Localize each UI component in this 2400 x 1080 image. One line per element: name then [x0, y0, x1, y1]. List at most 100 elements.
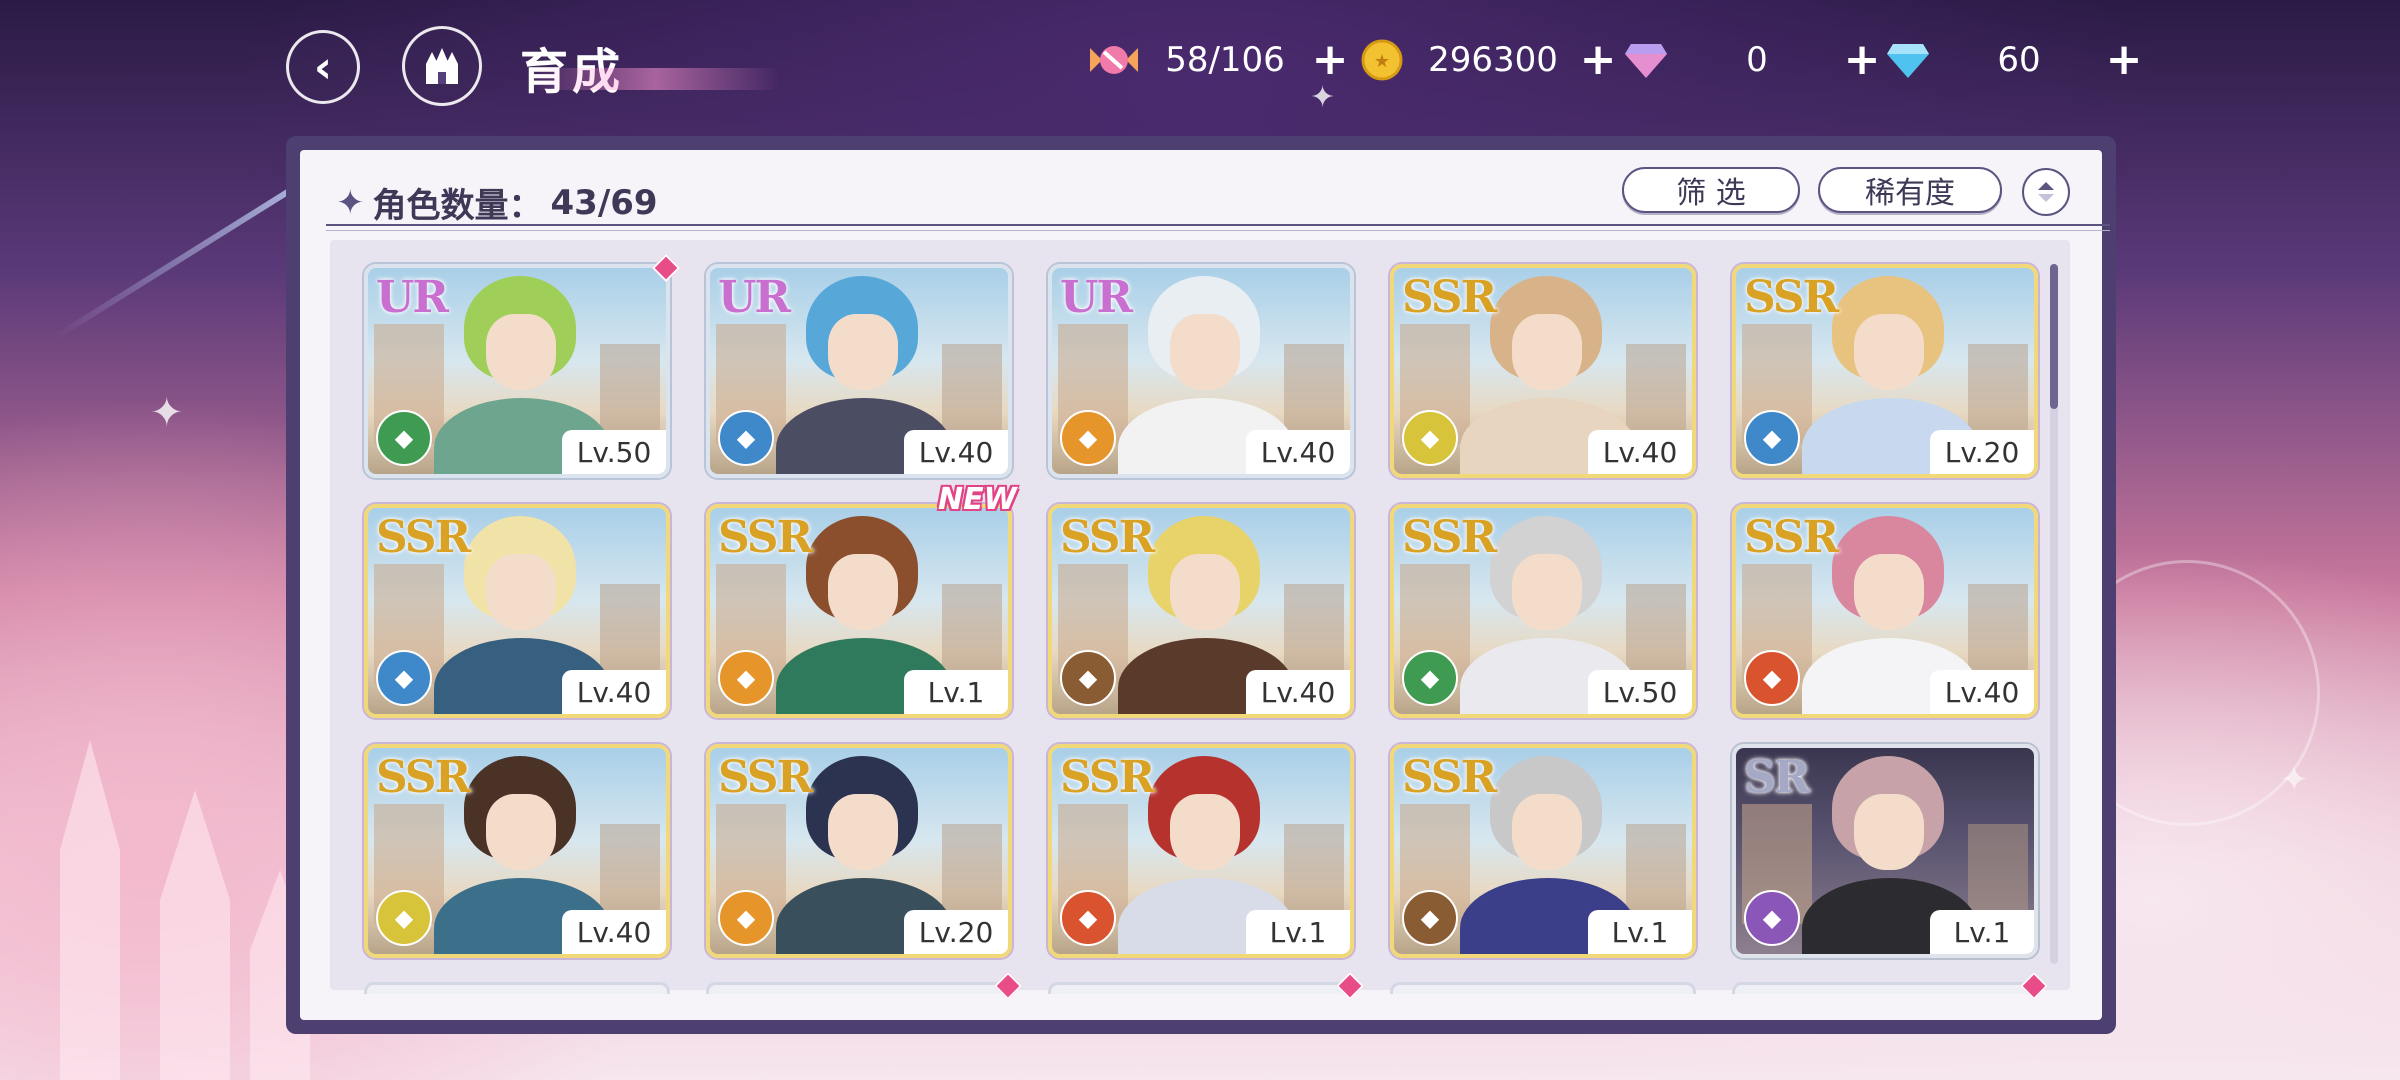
- character-card-partial[interactable]: [1732, 982, 2038, 994]
- key-icon: ◆: [1744, 410, 1800, 466]
- character-portrait-face: [486, 794, 556, 870]
- character-card[interactable]: SSR ◆ Lv.20: [1732, 264, 2038, 478]
- title-swash-decoration: [530, 68, 780, 90]
- rarity-badge: SSR: [1744, 272, 1839, 323]
- character-card[interactable]: SSR ◆ Lv.40: [364, 504, 670, 718]
- gold-coin-icon: ★: [1356, 34, 1408, 86]
- rarity-badge: SSR: [718, 752, 813, 803]
- castle-home-icon: [426, 48, 458, 84]
- boot-icon: ◆: [1744, 650, 1800, 706]
- level-label: Lv.40: [1588, 430, 1692, 474]
- add-pink-gem-button[interactable]: +: [1842, 38, 1882, 82]
- sparkle-decoration: ✦: [150, 390, 184, 436]
- character-portrait-face: [828, 554, 898, 630]
- rarity-badge: SSR: [1402, 512, 1497, 563]
- character-card[interactable]: SSR ◆ Lv.1: [1390, 744, 1696, 958]
- level-label: Lv.40: [1246, 430, 1350, 474]
- card-building-decoration: [1626, 584, 1686, 684]
- card-building-decoration: [1626, 344, 1686, 444]
- back-button[interactable]: ‹: [286, 30, 360, 104]
- card-icon: ◆: [376, 890, 432, 946]
- character-portrait-face: [828, 794, 898, 870]
- character-card-partial[interactable]: [364, 982, 670, 994]
- hand-icon: ◆: [1060, 410, 1116, 466]
- level-label: Lv.40: [1930, 670, 2034, 714]
- level-label: Lv.1: [1930, 910, 2034, 954]
- rarity-badge: SR: [1744, 752, 1810, 803]
- card-building-decoration: [942, 344, 1002, 444]
- character-card[interactable]: SSR ◆ Lv.40: [1048, 504, 1354, 718]
- card-building-decoration: [1626, 824, 1686, 924]
- level-label: Lv.40: [562, 670, 666, 714]
- level-label: Lv.40: [562, 910, 666, 954]
- sparkle-icon: ✦: [336, 182, 365, 223]
- level-label: Lv.1: [1588, 910, 1692, 954]
- card-building-decoration: [1284, 344, 1344, 444]
- boot-icon: ◆: [1744, 890, 1800, 946]
- character-card[interactable]: SSR ◆ Lv.50: [1390, 504, 1696, 718]
- card-icon: ◆: [718, 890, 774, 946]
- character-card-partial[interactable]: [1048, 982, 1354, 994]
- character-card[interactable]: SR ◆ Lv.1: [1732, 744, 2038, 958]
- character-portrait-face: [486, 554, 556, 630]
- character-portrait-face: [1854, 554, 1924, 630]
- key-icon: ◆: [718, 410, 774, 466]
- sparkle-decoration: ✦: [2280, 760, 2309, 800]
- header-divider-thin: [326, 230, 2110, 231]
- character-card[interactable]: SSR ◆ Lv.40: [1390, 264, 1696, 478]
- character-portrait-face: [1170, 314, 1240, 390]
- rarity-badge: SSR: [376, 512, 471, 563]
- character-card[interactable]: UR ◆ Lv.40: [706, 264, 1012, 478]
- rarity-badge: SSR: [718, 512, 813, 563]
- rarity-badge: SSR: [1402, 272, 1497, 323]
- character-portrait-face: [828, 314, 898, 390]
- back-arrow-icon: ‹: [313, 41, 333, 93]
- card-icon: ◆: [376, 650, 432, 706]
- character-card[interactable]: UR ◆ Lv.50: [364, 264, 670, 478]
- card-building-decoration: [600, 584, 660, 684]
- card-icon: ◆: [376, 410, 432, 466]
- page-title: 育成: [520, 32, 624, 102]
- level-label: Lv.20: [904, 910, 1008, 954]
- currency-candy: 58/106 +: [1088, 30, 1350, 90]
- add-blue-gem-button[interactable]: +: [2104, 38, 2144, 82]
- character-card[interactable]: SSR ◆ Lv.40: [364, 744, 670, 958]
- blue-diamond-icon: [1882, 34, 1934, 86]
- scrollbar-thumb[interactable]: [2050, 264, 2058, 409]
- rarity-badge: UR: [1060, 272, 1133, 323]
- candy-value: 58/106: [1165, 40, 1285, 80]
- character-count: ✦ 角色数量： 43/69: [336, 178, 658, 227]
- character-card-partial[interactable]: [1390, 982, 1696, 994]
- character-card[interactable]: SSR ◆ Lv.1: [1048, 744, 1354, 958]
- rarity-badge: SSR: [1402, 752, 1497, 803]
- character-portrait-face: [1170, 554, 1240, 630]
- pink-diamond-icon: [1620, 34, 1672, 86]
- header-divider: [326, 224, 2110, 226]
- card-building-decoration: [1968, 584, 2028, 684]
- sort-order-button[interactable]: [2022, 168, 2070, 216]
- character-card[interactable]: SSR ◆ Lv.1: [706, 504, 1012, 718]
- card-building-decoration: [600, 824, 660, 924]
- add-candy-button[interactable]: +: [1310, 38, 1350, 82]
- key-icon: ◆: [1402, 650, 1458, 706]
- character-card-partial[interactable]: [706, 982, 1012, 994]
- character-count-value: 43/69: [550, 182, 658, 223]
- card-building-decoration: [1284, 584, 1344, 684]
- character-card[interactable]: UR ◆ Lv.40: [1048, 264, 1354, 478]
- filter-button[interactable]: 筛 选: [1622, 167, 1800, 213]
- character-card[interactable]: SSR ◆ Lv.20: [706, 744, 1012, 958]
- rarity-sort-button[interactable]: 稀有度: [1818, 167, 2002, 213]
- home-button[interactable]: [402, 26, 482, 106]
- add-gold-button[interactable]: +: [1578, 38, 1618, 82]
- character-card[interactable]: SSR ◆ Lv.40: [1732, 504, 2038, 718]
- level-label: Lv.1: [1246, 910, 1350, 954]
- character-portrait-face: [1512, 314, 1582, 390]
- card-building-decoration: [942, 584, 1002, 684]
- rarity-badge: SSR: [1060, 752, 1155, 803]
- card-building-decoration: [1968, 824, 2028, 924]
- rarity-badge: UR: [718, 272, 791, 323]
- level-label: Lv.50: [1588, 670, 1692, 714]
- card-building-decoration: [600, 344, 660, 444]
- candy-icon: [1088, 34, 1140, 86]
- rarity-badge: UR: [376, 272, 449, 323]
